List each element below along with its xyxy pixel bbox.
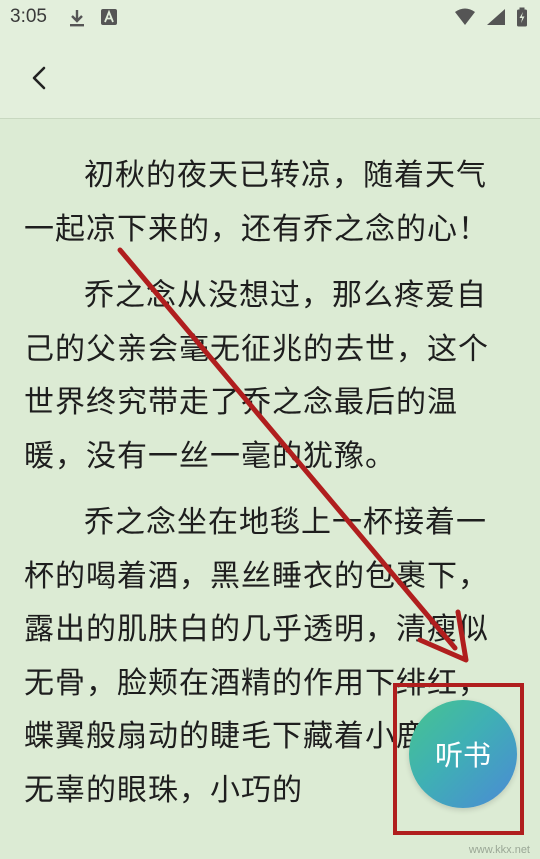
status-time: 3:05 <box>10 6 47 27</box>
paragraph: 乔之念从没想过，那么疼爱自己的父亲会毫无征兆的去世，这个世界终究带走了乔之念最后… <box>24 278 489 474</box>
reader-toolbar <box>0 36 540 119</box>
app-notification-icon <box>101 9 117 25</box>
paragraph: 初秋的夜天已转凉，随着天气一起凉下来的，还有乔之念的心！ <box>24 158 489 247</box>
download-icon <box>70 10 84 27</box>
status-bar: 3:05 <box>0 0 540 36</box>
wifi-icon <box>455 8 475 25</box>
back-chevron-icon <box>32 66 46 90</box>
watermark: www.kkx.net <box>468 844 530 856</box>
annotation-highlight-box <box>393 683 524 835</box>
back-button[interactable] <box>24 62 56 94</box>
status-right-icons <box>454 7 528 27</box>
cellular-signal-icon <box>487 9 505 25</box>
status-left-icons <box>68 8 118 28</box>
battery-charging-icon <box>517 7 527 27</box>
